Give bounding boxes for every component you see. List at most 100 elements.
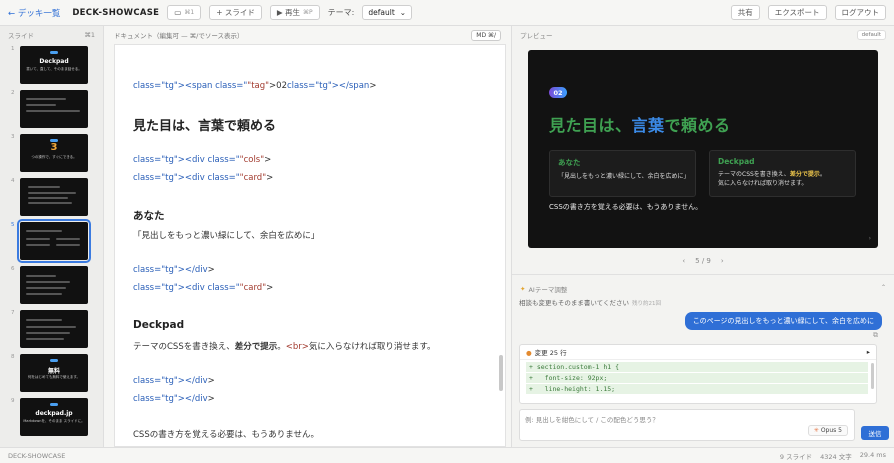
slide-thumbnail-6[interactable]: 6 — [0, 264, 104, 308]
slide-footer-text: CSSの書き方を覚える必要は、もうありません。 — [549, 203, 703, 211]
editor-line-anata-body[interactable]: 「見出しをもっと濃い緑にして、余白を広めに」 — [133, 229, 319, 241]
thumbnail-text-line — [56, 244, 80, 246]
model-select-button[interactable]: ✳ Opus 5 — [807, 425, 848, 436]
slide-thumbnail-image[interactable]: 無料 何をはじめても無料で使えます。 — [20, 354, 88, 392]
send-button[interactable]: 送信 — [861, 426, 889, 440]
diff-line: + line-height: 1.15; — [526, 384, 868, 394]
slide-thumbnail-image[interactable] — [20, 178, 88, 216]
thumbnail-badge — [50, 359, 58, 362]
editor-line-div-card-2[interactable]: class="tg"><div class=""card"> — [133, 283, 273, 293]
status-char-count: 4324 文字 — [820, 452, 852, 461]
diff-line: + font-size: 92px; — [526, 373, 868, 383]
editor-title: ドキュメント（編集可 — ⌘/でソース表示） — [114, 32, 244, 40]
slide-preview[interactable]: 02 見た目は、言葉で頼める あなた 「見出しをもっと濃い緑にして、余白を広めに… — [528, 50, 878, 248]
add-slide-button[interactable]: + スライド — [209, 5, 262, 20]
slides-panel: スライド ⌘1 1 Deckpad 書いて、直して、そのまま話せる。 2 3 3 つの操作で… — [0, 26, 104, 447]
slide-number: 8 — [11, 354, 15, 360]
slide-thumbnail-4[interactable]: 4 — [0, 176, 104, 220]
diff-line: + section.custom-1 h1 { — [526, 362, 868, 372]
slide-thumbnail-7[interactable]: 7 — [0, 308, 104, 352]
slide-thumbnail-8[interactable]: 8 無料 何をはじめても無料で使えます。 — [0, 352, 104, 396]
share-button[interactable]: 共有 — [730, 5, 760, 20]
editor-subheading-deckpad[interactable]: Deckpad — [133, 319, 184, 331]
slide-thumbnail-2[interactable]: 2 — [0, 88, 104, 132]
thumbnail-text-line — [28, 192, 76, 194]
diff-header[interactable]: ● 変更 25 行 ▸ — [520, 345, 876, 360]
editor-subheading-anata[interactable]: あなた — [133, 208, 165, 223]
editor-line-div-close-2[interactable]: class="tg"></div> — [133, 376, 215, 386]
deck-name: DECK-SHOWCASE — [72, 7, 160, 18]
slide-thumbnail-image[interactable] — [20, 90, 88, 128]
thumbnail-text-line — [56, 238, 80, 240]
thumbnail-text-line — [26, 110, 62, 112]
theme-select[interactable]: default ⌄ — [362, 5, 413, 20]
editor-line-tag[interactable]: class="tg"><span class=""tag">02class="t… — [133, 81, 376, 91]
ai-prompt-input[interactable] — [525, 414, 825, 426]
editor-line-deckpad-body[interactable]: テーマのCSSを書き換え、差分で提示。<br>気に入らなければ取り消せます。 — [133, 340, 436, 352]
thumbnail-badge — [50, 51, 58, 54]
thumbnail-text-line — [26, 287, 66, 289]
slide-thumbnail-9[interactable]: 9 deckpad.jp Markdownを、そのまま スライドに。 — [0, 396, 104, 440]
slide-thumbnail-5[interactable]: 5 — [0, 219, 104, 264]
thumbnail-text-line — [26, 244, 50, 246]
editor-scrollbar[interactable] — [499, 355, 503, 391]
slide-thumbnail-image[interactable]: deckpad.jp Markdownを、そのまま スライドに。 — [20, 398, 88, 436]
logout-button[interactable]: ログアウト — [834, 5, 886, 20]
thumbnail-text-line — [26, 104, 56, 106]
back-to-decks-link[interactable]: ← デッキ一覧 — [8, 7, 60, 19]
slide-thumbnail-1[interactable]: 1 Deckpad 書いて、直して、そのまま話せる。 — [0, 44, 104, 88]
expand-icon: ▸ — [866, 348, 870, 356]
prev-slide-button[interactable]: ‹ — [682, 257, 685, 265]
slide-thumbnail-image[interactable] — [17, 219, 91, 263]
thumbnail-title: 無料 — [47, 368, 60, 375]
thumbnail-title: 3 — [50, 142, 58, 153]
theme-badge: default — [856, 30, 886, 40]
chevron-down-icon: ⌄ — [399, 8, 407, 17]
slide-number: 3 — [11, 134, 15, 140]
export-button[interactable]: エクスポート — [767, 5, 827, 20]
collapse-icon[interactable]: ⌃ — [881, 284, 886, 291]
diff-scrollbar[interactable] — [871, 363, 874, 389]
status-dot-icon: ● — [526, 349, 532, 357]
slide-thumbnail-image[interactable] — [20, 310, 88, 348]
thumbnail-text-line — [26, 230, 62, 232]
copy-icon[interactable]: ⧉ — [873, 331, 878, 340]
slide-thumbnail-list: 1 Deckpad 書いて、直して、そのまま話せる。 2 3 3 つの操作で、すぐにできる。… — [0, 44, 104, 440]
editor-line-div-close[interactable]: class="tg"></div> — [133, 265, 215, 275]
slide-thumbnail-image[interactable]: Deckpad 書いて、直して、そのまま話せる。 — [20, 46, 88, 84]
thumbnail-text-line — [26, 338, 64, 340]
slide-thumbnail-image[interactable] — [20, 266, 88, 304]
markdown-toggle[interactable]: MD ⌘/ — [471, 29, 501, 41]
slide-thumbnail-image[interactable]: 3 つの操作で、すぐにできる。 — [20, 134, 88, 172]
thumbnail-text-line — [26, 281, 70, 283]
editor-line-div-cols[interactable]: class="tg"><div class=""cols"> — [133, 155, 271, 165]
editor-heading[interactable]: 見た目は、言葉で頼める — [133, 115, 276, 134]
undo-button[interactable]: ▭ ⌘1 — [167, 5, 202, 20]
model-icon: ✳ — [813, 427, 819, 434]
ai-hint: 相談も変更もそのまま書いてください 残り約21回 — [519, 299, 661, 307]
editor-line-div-close-3[interactable]: class="tg"></div> — [133, 394, 215, 404]
status-slide-count: 9 スライド — [779, 452, 813, 461]
slide-next-icon[interactable]: › — [869, 235, 871, 242]
slide-thumbnail-3[interactable]: 3 3 つの操作で、すぐにできる。 — [0, 132, 104, 176]
next-slide-button[interactable]: › — [721, 257, 724, 265]
status-bar: DECK-SHOWCASE 9 スライド 4324 文字 29.4 ms — [0, 447, 894, 463]
thumbnail-text-line — [26, 238, 50, 240]
thumbnail-text-line — [26, 319, 62, 321]
slide-number: 9 — [11, 398, 15, 404]
diff-box: ● 変更 25 行 ▸ + section.custom-1 h1 { + font… — [519, 344, 877, 404]
play-button[interactable]: ▶ 再生 ⌘P — [269, 5, 320, 20]
thumbnail-subtitle: 書いて、直して、そのまま話せる。 — [26, 67, 82, 71]
document-editor[interactable]: class="tg"><span class=""tag">02class="t… — [114, 44, 506, 447]
thumbnail-subtitle: 何をはじめても無料で使えます。 — [28, 375, 80, 379]
editor-line-footer[interactable]: CSSの書き方を覚える必要は、もうありません。 — [133, 428, 319, 440]
slide-number: 4 — [11, 178, 15, 184]
theme-label: テーマ: — [327, 8, 355, 17]
editor-line-div-card[interactable]: class="tg"><div class=""card"> — [133, 173, 273, 183]
thumbnail-text-line — [60, 110, 80, 112]
ai-panel-header: ✦ AIテーマ調整 — [520, 285, 568, 294]
divider — [512, 274, 894, 275]
slides-panel-title: スライド — [8, 32, 34, 40]
status-deck-name: DECK-SHOWCASE — [8, 451, 66, 460]
slide-card-deckpad: Deckpad テーマのCSSを書き換え、差分で提示。 気に入らなければ取り消せま… — [709, 150, 856, 197]
